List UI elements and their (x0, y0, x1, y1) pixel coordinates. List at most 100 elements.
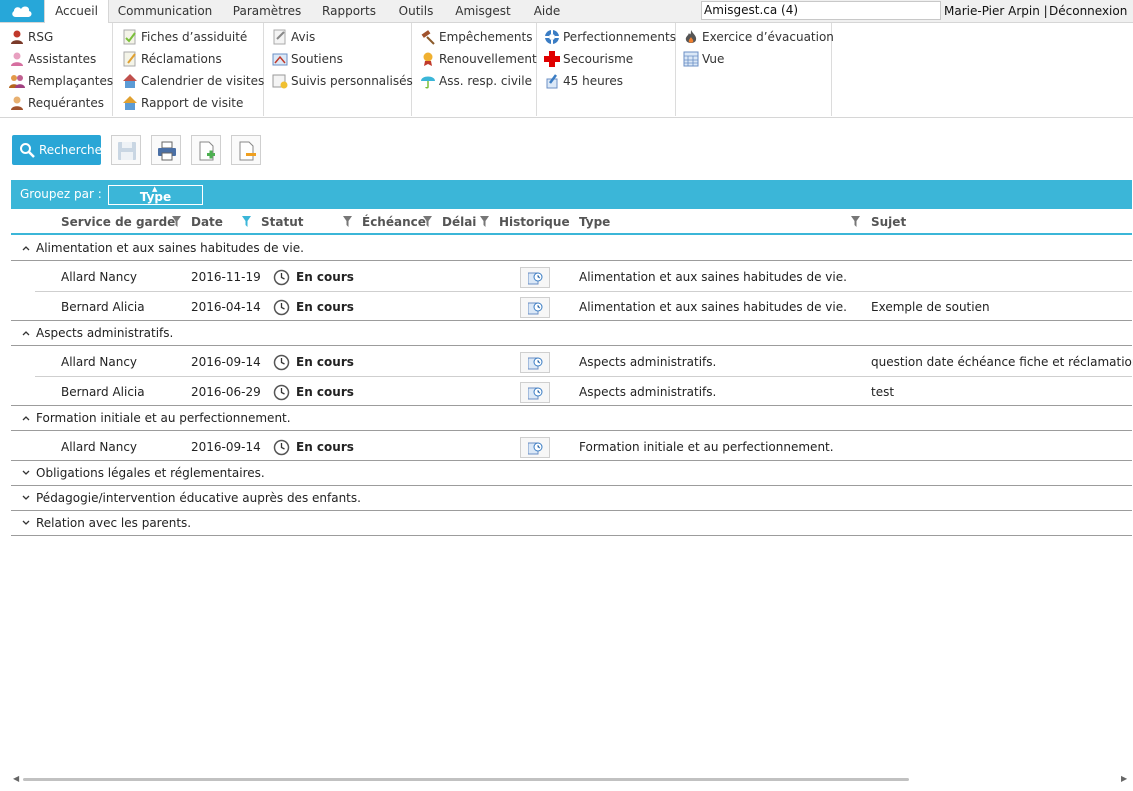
scroll-right-icon[interactable]: ▶ (1121, 774, 1127, 783)
print-button[interactable] (151, 135, 181, 165)
chevron-down-icon[interactable] (22, 470, 30, 476)
scroll-left-icon[interactable]: ◀ (13, 774, 19, 783)
cell-service: Bernard Alicia (61, 300, 145, 314)
group-by-bar: Groupez par : ▲ Type (11, 180, 1132, 209)
column-header-echeance[interactable]: Échéance (362, 210, 426, 235)
ribbon-group-formation: Perfectionnements Secourisme 45 heures (537, 23, 676, 116)
umbrella-icon (421, 76, 435, 89)
group-header[interactable]: Pédagogie/intervention éducative auprès … (11, 486, 1132, 511)
history-button[interactable] (520, 382, 550, 403)
group-header[interactable]: Relation avec les parents. (11, 511, 1132, 536)
person-icon (11, 96, 23, 110)
group-by-label: Groupez par : (20, 187, 102, 201)
horizontal-scrollbar[interactable]: ◀ ▶ (0, 772, 1133, 786)
remove-document-button[interactable] (231, 135, 261, 165)
add-document-button[interactable] (191, 135, 221, 165)
pencil-icon (546, 74, 558, 89)
table-row[interactable]: Bernard Alicia 2016-04-14 En cours Alime… (35, 292, 1132, 322)
support-icon (272, 53, 288, 66)
chevron-down-icon[interactable] (22, 520, 30, 526)
clock-icon (273, 299, 290, 316)
group-header[interactable]: Alimentation et aux saines habitudes de … (11, 236, 1132, 261)
column-header-sujet[interactable]: Sujet (871, 210, 906, 235)
tab-rapports[interactable]: Rapports (316, 0, 382, 23)
table-row[interactable]: Allard Nancy 2016-11-19 En cours Aliment… (35, 262, 1132, 292)
cell-statut: En cours (296, 440, 354, 454)
floppy-disk-icon (118, 142, 136, 160)
tab-amisgest[interactable]: Amisgest (450, 0, 516, 23)
tab-aide[interactable]: Aide (527, 0, 567, 23)
chevron-up-icon[interactable] (22, 330, 30, 336)
clock-icon (273, 269, 290, 286)
table-row[interactable]: Bernard Alicia 2016-06-29 En cours Aspec… (35, 377, 1132, 407)
filter-icon[interactable] (172, 216, 181, 227)
group-header[interactable]: Aspects administratifs. (11, 321, 1132, 346)
site-search-input[interactable]: Amisgest.ca (4) (701, 1, 941, 20)
chevron-down-icon[interactable] (22, 495, 30, 501)
filter-icon[interactable] (423, 216, 432, 227)
logout-link[interactable]: Déconnexion (1049, 0, 1127, 23)
document-pen-icon (123, 51, 136, 67)
column-header-type[interactable]: Type (579, 210, 610, 235)
clock-icon (273, 384, 290, 401)
scrollbar-thumb[interactable] (23, 778, 909, 781)
group-title: Alimentation et aux saines habitudes de … (36, 241, 304, 255)
red-cross-icon (544, 51, 560, 67)
column-header-statut[interactable]: Statut (261, 210, 304, 235)
history-button[interactable] (520, 352, 550, 373)
history-icon (528, 302, 543, 315)
filter-icon[interactable] (343, 216, 352, 227)
group-header[interactable]: Obligations légales et réglementaires. (11, 461, 1132, 486)
cell-type: Formation initiale et au perfectionnemen… (579, 440, 834, 454)
group-title: Relation avec les parents. (36, 516, 192, 530)
save-button[interactable] (111, 135, 141, 165)
group-title: Formation initiale et au perfectionnemen… (36, 411, 291, 425)
cell-statut: En cours (296, 385, 354, 399)
group-title: Aspects administratifs. (36, 326, 174, 340)
group-header[interactable]: Formation initiale et au perfectionnemen… (11, 406, 1132, 431)
tab-accueil[interactable]: Accueil (44, 0, 109, 24)
tab-outils[interactable]: Outils (391, 0, 441, 23)
history-button[interactable] (520, 297, 550, 318)
ribbon-group-communication: Avis Soutiens Suivis personnalisés (264, 23, 413, 116)
document-check-icon (123, 29, 136, 45)
table-row[interactable]: Allard Nancy 2016-09-14 En cours Aspects… (35, 347, 1133, 377)
filter-icon[interactable] (851, 216, 860, 227)
tab-communication[interactable]: Communication (114, 0, 216, 23)
cell-date: 2016-04-14 (191, 300, 261, 314)
cell-statut: En cours (296, 270, 354, 284)
table-row[interactable]: Allard Nancy 2016-09-14 En cours Formati… (35, 432, 1132, 462)
history-button[interactable] (520, 437, 550, 458)
document-remove-icon (239, 141, 256, 161)
search-button[interactable]: Rechercher (12, 135, 107, 165)
column-header-service[interactable]: Service de garde (61, 210, 175, 235)
group-chip-type[interactable]: ▲ Type (108, 185, 203, 205)
cell-date: 2016-09-14 (191, 440, 261, 454)
cell-service: Allard Nancy (61, 440, 138, 454)
cloud-logo-icon (12, 6, 32, 18)
top-menu-bar: Accueil Communication Paramètres Rapport… (0, 0, 1133, 24)
history-icon (528, 387, 543, 400)
house-icon (123, 96, 137, 110)
filter-icon[interactable] (480, 216, 489, 227)
history-button[interactable] (520, 267, 550, 288)
column-header-historique[interactable]: Historique (499, 210, 570, 235)
cell-sujet: Exemple de soutien (871, 300, 990, 314)
clock-icon (273, 439, 290, 456)
column-header-date[interactable]: Date (191, 210, 223, 235)
chevron-up-icon[interactable] (22, 245, 30, 251)
notice-icon (273, 29, 286, 45)
sort-ascending-icon: ▲ (152, 185, 158, 193)
cell-statut: En cours (296, 355, 354, 369)
printer-icon (158, 141, 176, 161)
person-icon (11, 52, 23, 66)
ribbon-group-securite: Exercice d’évacuation Vue (676, 23, 834, 116)
ribbon-group-suivi: Fiches d’assiduité Réclamations Calendri… (113, 23, 264, 116)
cell-type: Aspects administratifs. (579, 355, 717, 369)
app-logo[interactable] (0, 0, 44, 22)
filter-active-icon[interactable] (242, 216, 251, 227)
cell-statut: En cours (296, 300, 354, 314)
tab-parametres[interactable]: Paramètres (226, 0, 308, 23)
chevron-up-icon[interactable] (22, 415, 30, 421)
column-header-delai[interactable]: Délai (442, 210, 476, 235)
